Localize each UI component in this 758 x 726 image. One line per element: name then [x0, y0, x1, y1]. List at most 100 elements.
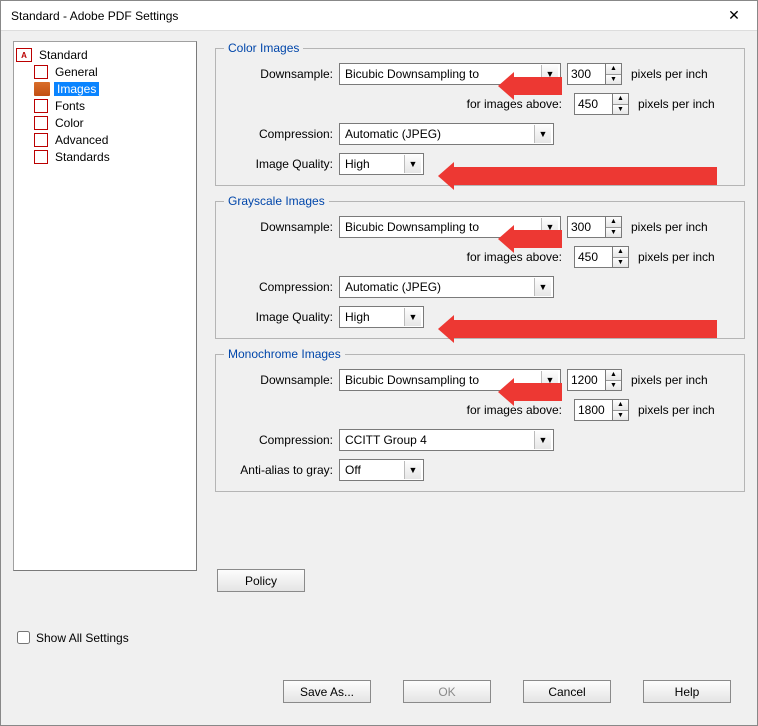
tree-item-label: Color — [52, 116, 87, 130]
tree-item-general[interactable]: General — [16, 64, 194, 80]
label-ppi: pixels per inch — [638, 403, 715, 417]
label-for-above: for images above: — [224, 403, 568, 417]
gray-above-value[interactable] — [574, 246, 612, 268]
group-monochrome-images: Monochrome Images Downsample: Bicubic Do… — [215, 347, 745, 492]
tree-item-standards[interactable]: Standards — [16, 149, 194, 165]
select-value: Bicubic Downsampling to — [345, 373, 479, 387]
dialog-buttons: Save As... OK Cancel Help — [283, 680, 731, 703]
select-value: High — [345, 157, 370, 171]
chevron-down-icon: ▼ — [404, 155, 421, 173]
label-downsample: Downsample: — [224, 67, 339, 81]
color-downsample-spinner[interactable]: ▲▼ — [567, 63, 623, 85]
tree-item-label: Images — [54, 82, 99, 96]
show-all-settings-label: Show All Settings — [36, 631, 129, 645]
policy-button[interactable]: Policy — [217, 569, 305, 592]
folder-open-icon — [34, 82, 50, 96]
mono-above-spinner[interactable]: ▲▼ — [574, 399, 630, 421]
label-ppi: pixels per inch — [638, 250, 715, 264]
doc-icon: A — [16, 48, 32, 62]
tree-item-fonts[interactable]: Fonts — [16, 98, 194, 114]
group-color-images: Color Images Downsample: Bicubic Downsam… — [215, 41, 745, 186]
color-above-spinner[interactable]: ▲▼ — [574, 93, 630, 115]
label-downsample: Downsample: — [224, 220, 339, 234]
label-compression: Compression: — [224, 433, 339, 447]
label-for-above: for images above: — [224, 250, 568, 264]
label-compression: Compression: — [224, 127, 339, 141]
tree-item-advanced[interactable]: Advanced — [16, 132, 194, 148]
annotation-arrow-icon — [512, 383, 562, 401]
mono-downsample-spinner[interactable]: ▲▼ — [567, 369, 623, 391]
tree-item-label: Fonts — [52, 99, 88, 113]
group-legend: Color Images — [224, 41, 303, 55]
chevron-down-icon: ▼ — [534, 125, 551, 143]
select-value: Bicubic Downsampling to — [345, 67, 479, 81]
page-icon — [34, 150, 48, 164]
window-title: Standard - Adobe PDF Settings — [1, 9, 178, 23]
help-button[interactable]: Help — [643, 680, 731, 703]
gray-quality-select[interactable]: High ▼ — [339, 306, 424, 328]
color-downsample-value[interactable] — [567, 63, 605, 85]
mono-antialias-select[interactable]: Off ▼ — [339, 459, 424, 481]
label-antialias: Anti-alias to gray: — [224, 463, 339, 477]
mono-above-value[interactable] — [574, 399, 612, 421]
select-value: Bicubic Downsampling to — [345, 220, 479, 234]
label-compression: Compression: — [224, 280, 339, 294]
tree-item-label: Standards — [52, 150, 113, 164]
spinner-buttons[interactable]: ▲▼ — [612, 93, 629, 115]
spinner-buttons[interactable]: ▲▼ — [605, 369, 622, 391]
color-above-value[interactable] — [574, 93, 612, 115]
spinner-buttons[interactable]: ▲▼ — [605, 216, 622, 238]
page-icon — [34, 133, 48, 147]
ok-button[interactable]: OK — [403, 680, 491, 703]
tree-item-color[interactable]: Color — [16, 115, 194, 131]
annotation-arrow-icon — [452, 320, 717, 338]
close-icon[interactable]: ✕ — [711, 1, 757, 31]
mono-compression-select[interactable]: CCITT Group 4 ▼ — [339, 429, 554, 451]
spinner-buttons[interactable]: ▲▼ — [612, 246, 629, 268]
chevron-down-icon: ▼ — [404, 308, 421, 326]
spinner-buttons[interactable]: ▲▼ — [605, 63, 622, 85]
page-icon — [34, 99, 48, 113]
tree-item-label: General — [52, 65, 101, 79]
save-as-button[interactable]: Save As... — [283, 680, 371, 703]
gray-above-spinner[interactable]: ▲▼ — [574, 246, 630, 268]
mono-downsample-value[interactable] — [567, 369, 605, 391]
group-legend: Grayscale Images — [224, 194, 329, 208]
annotation-arrow-icon — [512, 77, 562, 95]
label-ppi: pixels per inch — [638, 97, 715, 111]
annotation-arrow-icon — [512, 230, 562, 248]
page-icon — [34, 65, 48, 79]
cancel-button[interactable]: Cancel — [523, 680, 611, 703]
settings-tree[interactable]: A Standard General Images Fonts Color — [13, 41, 197, 571]
label-ppi: pixels per inch — [631, 220, 708, 234]
spinner-buttons[interactable]: ▲▼ — [612, 399, 629, 421]
color-quality-select[interactable]: High ▼ — [339, 153, 424, 175]
select-value: Automatic (JPEG) — [345, 280, 441, 294]
select-value: Automatic (JPEG) — [345, 127, 441, 141]
tree-item-label: Advanced — [52, 133, 111, 147]
gray-downsample-value[interactable] — [567, 216, 605, 238]
chevron-down-icon: ▼ — [534, 278, 551, 296]
label-downsample: Downsample: — [224, 373, 339, 387]
page-icon — [34, 116, 48, 130]
label-quality: Image Quality: — [224, 310, 339, 324]
label-for-above: for images above: — [224, 97, 568, 111]
client-area: A Standard General Images Fonts Color — [1, 31, 757, 725]
group-grayscale-images: Grayscale Images Downsample: Bicubic Dow… — [215, 194, 745, 339]
chevron-down-icon: ▼ — [404, 461, 421, 479]
chevron-down-icon: ▼ — [534, 431, 551, 449]
titlebar: Standard - Adobe PDF Settings ✕ — [1, 1, 757, 31]
select-value: CCITT Group 4 — [345, 433, 427, 447]
color-compression-select[interactable]: Automatic (JPEG) ▼ — [339, 123, 554, 145]
select-value: High — [345, 310, 370, 324]
label-ppi: pixels per inch — [631, 67, 708, 81]
gray-compression-select[interactable]: Automatic (JPEG) ▼ — [339, 276, 554, 298]
annotation-arrow-icon — [452, 167, 717, 185]
tree-root-standard[interactable]: A Standard — [16, 47, 194, 63]
select-value: Off — [345, 463, 361, 477]
tree-item-images[interactable]: Images — [16, 81, 194, 97]
show-all-settings-checkbox[interactable] — [17, 631, 30, 644]
gray-downsample-spinner[interactable]: ▲▼ — [567, 216, 623, 238]
group-legend: Monochrome Images — [224, 347, 345, 361]
label-quality: Image Quality: — [224, 157, 339, 171]
